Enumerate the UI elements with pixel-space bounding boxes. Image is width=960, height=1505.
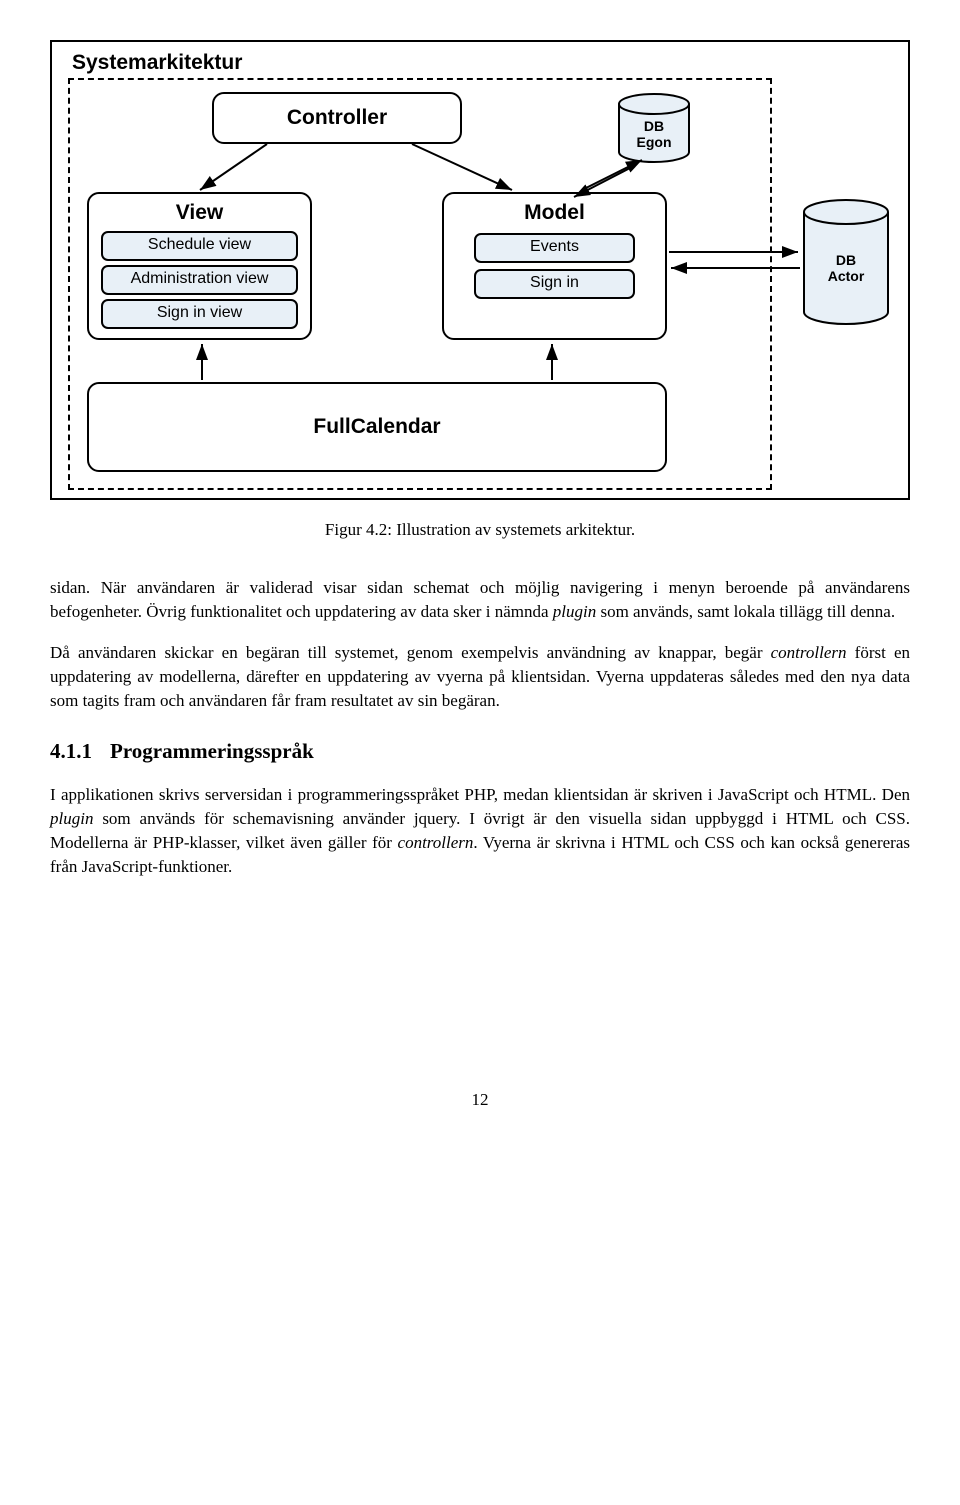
model-item-signin: Sign in bbox=[474, 269, 635, 299]
view-title: View bbox=[89, 198, 310, 227]
view-item-administration: Administration view bbox=[101, 265, 298, 295]
controller-box: Controller bbox=[212, 92, 462, 144]
fullcalendar-label: FullCalendar bbox=[313, 412, 440, 441]
fullcalendar-box: FullCalendar bbox=[87, 382, 667, 472]
architecture-diagram: Systemarkitektur Controller View Schedul… bbox=[50, 40, 910, 500]
paragraph-1: sidan. När användaren är validerad visar… bbox=[50, 576, 910, 624]
page-number: 12 bbox=[50, 1088, 910, 1112]
model-item-events: Events bbox=[474, 233, 635, 263]
figure-caption: Figur 4.2: Illustration av systemets ark… bbox=[50, 518, 910, 542]
model-box: Model Events Sign in bbox=[442, 192, 667, 340]
view-item-signin: Sign in view bbox=[101, 299, 298, 329]
diagram-title: Systemarkitektur bbox=[72, 48, 242, 77]
view-box: View Schedule view Administration view S… bbox=[87, 192, 312, 340]
db-actor-cylinder: DBActor bbox=[802, 198, 890, 328]
section-heading: 4.1.1 Programmeringsspråk bbox=[50, 737, 910, 766]
section-number: 4.1.1 bbox=[50, 739, 92, 763]
section-title: Programmeringsspråk bbox=[110, 739, 314, 763]
paragraph-3: I applikationen skrivs serversidan i pro… bbox=[50, 783, 910, 878]
view-item-schedule: Schedule view bbox=[101, 231, 298, 261]
model-title: Model bbox=[444, 198, 665, 227]
db-actor-label: DBActor bbox=[802, 252, 890, 284]
db-egon-cylinder: DBEgon bbox=[617, 92, 691, 166]
db-egon-label: DBEgon bbox=[617, 118, 691, 150]
paragraph-2: Då användaren skickar en begäran till sy… bbox=[50, 641, 910, 712]
